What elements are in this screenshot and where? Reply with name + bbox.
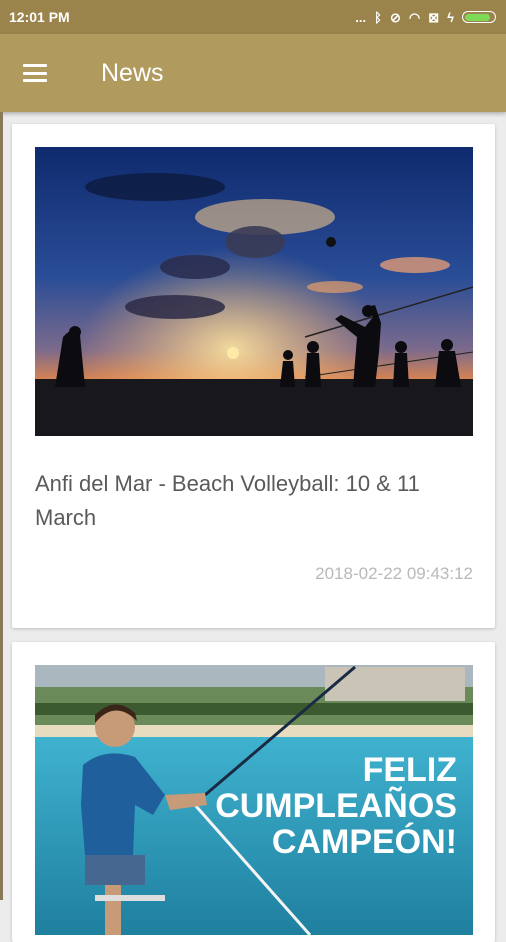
drawer-edge bbox=[0, 112, 3, 900]
beach-volleyball-illustration bbox=[35, 147, 473, 436]
battery-fill bbox=[465, 13, 491, 21]
page-title: News bbox=[101, 58, 164, 87]
wifi-icon: ◠ bbox=[408, 9, 421, 25]
sim-icon: ⊠ bbox=[428, 9, 440, 25]
fishing-promo-illustration: FELIZ CUMPLEAÑOS CAMPEÓN! bbox=[35, 665, 473, 935]
news-title[interactable]: Anfi del Mar - Beach Volleyball: 10 & 11… bbox=[35, 467, 475, 535]
battery-icon bbox=[462, 11, 496, 23]
news-card[interactable]: FELIZ CUMPLEAÑOS CAMPEÓN! bbox=[12, 642, 495, 942]
more-dots-icon: ... bbox=[355, 9, 367, 25]
status-bar: 12:01 PM ... ᛒ ⊘ ◠ ⊠ ϟ bbox=[0, 0, 506, 34]
promo-line-1: FELIZ bbox=[363, 751, 457, 789]
status-time: 12:01 PM bbox=[9, 9, 70, 25]
news-image-beach-volleyball[interactable] bbox=[35, 147, 473, 436]
hamburger-menu-icon[interactable] bbox=[23, 64, 47, 82]
promo-line-2: CUMPLEAÑOS bbox=[215, 787, 457, 825]
news-card[interactable]: Anfi del Mar - Beach Volleyball: 10 & 11… bbox=[12, 124, 495, 628]
news-date: 2018-02-22 09:43:12 bbox=[315, 564, 473, 583]
status-icons: ... ᛒ ⊘ ◠ ⊠ ϟ bbox=[355, 11, 496, 24]
bluetooth-icon: ᛒ bbox=[374, 9, 382, 25]
charging-icon: ϟ bbox=[447, 9, 454, 25]
app-bar: News bbox=[0, 34, 506, 112]
promo-line-3: CAMPEÓN! bbox=[272, 823, 457, 861]
news-image-fishing-promo[interactable]: FELIZ CUMPLEAÑOS CAMPEÓN! bbox=[35, 665, 473, 935]
mute-icon: ⊘ bbox=[389, 9, 401, 25]
